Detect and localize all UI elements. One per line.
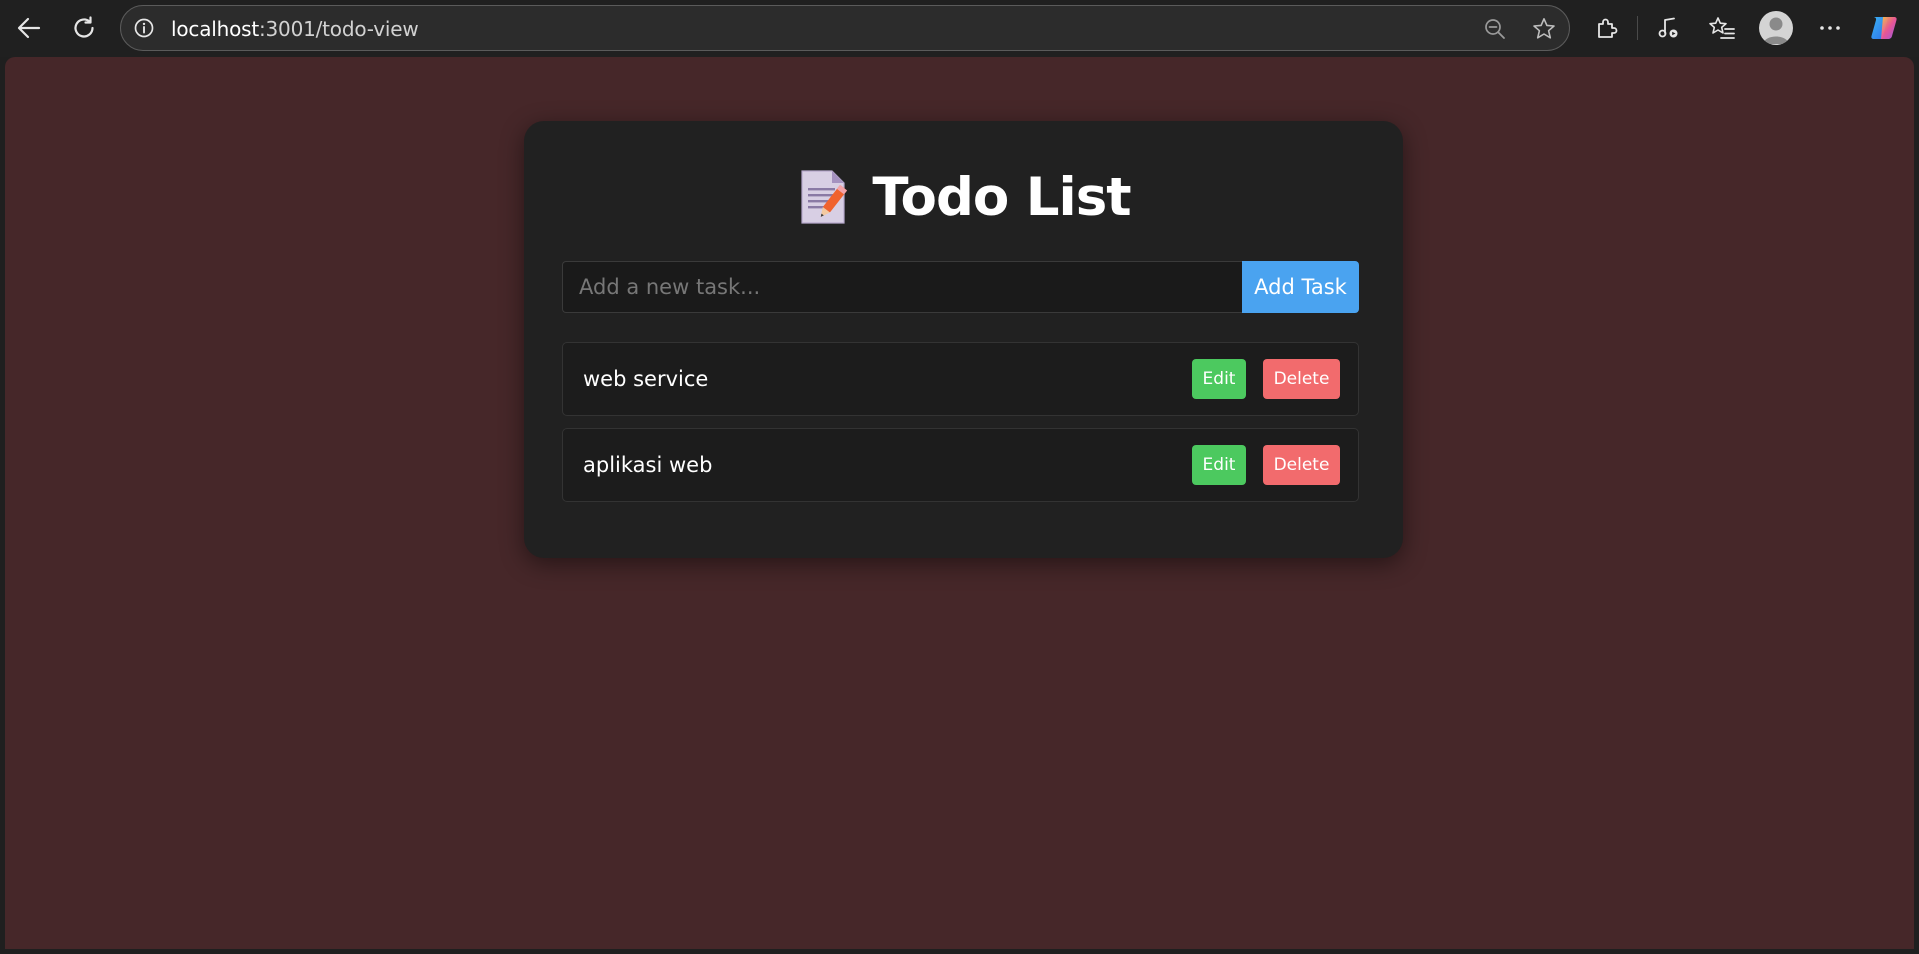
- delete-button[interactable]: Delete: [1263, 445, 1340, 485]
- new-task-input[interactable]: [562, 261, 1242, 313]
- delete-button[interactable]: Delete: [1263, 359, 1340, 399]
- media-control-button[interactable]: [1650, 10, 1686, 46]
- title-row: Todo List: [524, 163, 1403, 231]
- edit-button[interactable]: Edit: [1192, 359, 1246, 399]
- more-button[interactable]: [1812, 10, 1848, 46]
- back-button[interactable]: [9, 8, 49, 48]
- toolbar-divider: [1637, 16, 1638, 40]
- star-icon[interactable]: [1531, 16, 1557, 42]
- url-text[interactable]: localhost:3001/todo-view: [171, 17, 419, 41]
- back-arrow-icon: [17, 17, 41, 39]
- todo-text: aplikasi web: [583, 453, 713, 477]
- info-icon[interactable]: [134, 18, 154, 38]
- person-icon: [1763, 17, 1789, 44]
- memo-icon: [801, 170, 848, 224]
- profile-avatar[interactable]: [1759, 11, 1793, 45]
- copilot-icon: [1871, 17, 1897, 39]
- media-control-icon: [1658, 17, 1678, 38]
- more-dots-icon: [1820, 26, 1840, 30]
- todo-card: Todo List Add Task web service Edit Dele…: [524, 121, 1403, 558]
- browser-toolbar: localhost:3001/todo-view: [0, 0, 1919, 57]
- todo-text: web service: [583, 367, 709, 391]
- todo-item: aplikasi web Edit Delete: [562, 428, 1359, 502]
- url-host: localhost: [171, 17, 259, 41]
- edit-button[interactable]: Edit: [1192, 445, 1246, 485]
- extensions-button[interactable]: [1589, 10, 1625, 46]
- favorites-button[interactable]: [1704, 10, 1740, 46]
- zoom-out-icon[interactable]: [1483, 17, 1507, 41]
- add-task-form: Add Task: [562, 261, 1359, 313]
- todo-item: web service Edit Delete: [562, 342, 1359, 416]
- page-viewport: Todo List Add Task web service Edit Dele…: [5, 57, 1914, 949]
- puzzle-icon: [1598, 18, 1618, 38]
- favorites-list-icon: [1709, 17, 1735, 39]
- url-path: :3001/todo-view: [258, 17, 419, 41]
- add-task-button[interactable]: Add Task: [1242, 261, 1359, 313]
- page-title: Todo List: [872, 166, 1131, 228]
- reload-button[interactable]: [64, 8, 104, 48]
- copilot-button[interactable]: [1866, 10, 1902, 46]
- address-bar[interactable]: localhost:3001/todo-view: [120, 5, 1570, 51]
- todo-list: web service Edit Delete aplikasi web Edi…: [562, 342, 1359, 514]
- reload-icon: [74, 16, 94, 38]
